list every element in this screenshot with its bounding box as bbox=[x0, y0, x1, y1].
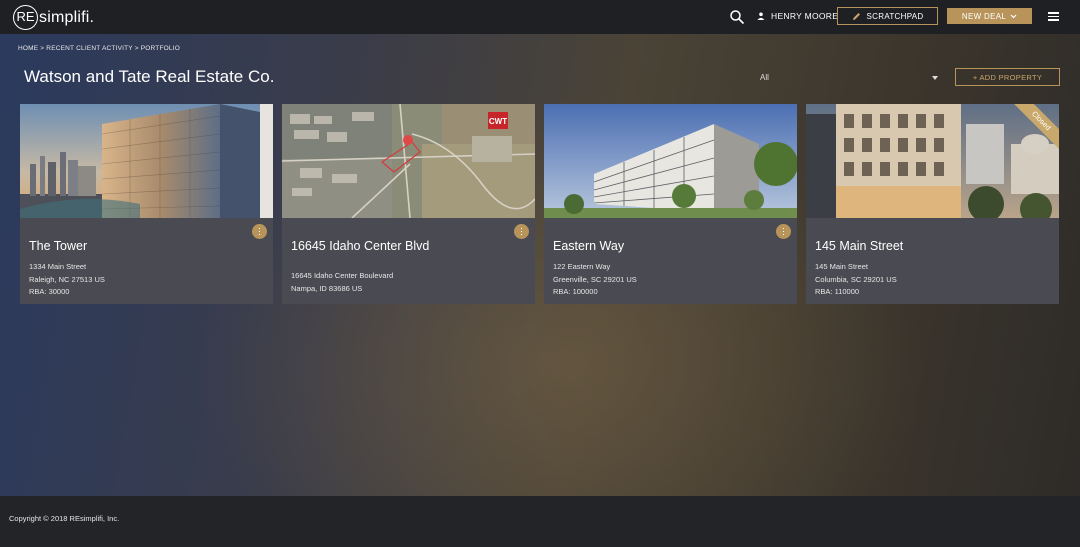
new-deal-button[interactable]: NEW DEAL bbox=[947, 8, 1032, 24]
property-name[interactable]: The Tower bbox=[29, 239, 87, 253]
pencil-icon bbox=[852, 12, 860, 20]
add-property-button[interactable]: + ADD PROPERTY bbox=[955, 68, 1060, 86]
property-image bbox=[544, 104, 797, 218]
cwt-badge: CWT bbox=[489, 117, 507, 126]
property-card[interactable]: The Tower 1334 Main Street Raleigh, NC 2… bbox=[20, 104, 273, 304]
user-name: HENRY MOORE bbox=[771, 11, 839, 21]
card-options-button[interactable] bbox=[514, 224, 529, 239]
more-vertical-icon bbox=[258, 227, 261, 236]
logo-mark: RE bbox=[13, 5, 38, 30]
address-line-1: 122 Eastern Way bbox=[553, 262, 611, 271]
caret-down-icon bbox=[932, 76, 938, 80]
logo-wordmark: simplifi. bbox=[39, 8, 95, 26]
user-icon bbox=[757, 12, 765, 20]
scratchpad-button[interactable]: SCRATCHPAD bbox=[837, 7, 938, 25]
property-card[interactable]: CWT 16645 Idaho Center Blvd 16645 Idaho … bbox=[282, 104, 535, 304]
property-image bbox=[20, 104, 273, 218]
address-line-2: Nampa, ID 83686 US bbox=[291, 283, 363, 293]
hamburger-menu-icon[interactable] bbox=[1048, 12, 1059, 21]
rba-value: RBA: 110000 bbox=[815, 287, 860, 296]
address-line-2: Raleigh, NC 27513 US bbox=[29, 274, 105, 284]
rba-value: RBA: 30000 bbox=[29, 287, 70, 296]
rba-value: RBA: 100000 bbox=[553, 287, 598, 296]
property-card[interactable]: Eastern Way 122 Eastern Way Greenville, … bbox=[544, 104, 797, 304]
search-icon[interactable] bbox=[729, 9, 745, 25]
address-line-2: Columbia, SC 29201 US bbox=[815, 274, 897, 284]
address-line-2: Greenville, SC 29201 US bbox=[553, 274, 637, 284]
filter-select[interactable]: All bbox=[760, 73, 940, 87]
property-address: 122 Eastern Way Greenville, SC 29201 US … bbox=[553, 261, 637, 299]
more-vertical-icon bbox=[520, 227, 523, 236]
property-address: 16645 Idaho Center Boulevard Nampa, ID 8… bbox=[291, 270, 393, 295]
top-navigation-bar: RE simplifi. HENRY MOORE SCRATCHPAD NEW … bbox=[0, 0, 1080, 34]
property-image: CWT bbox=[282, 104, 535, 218]
scratchpad-label: SCRATCHPAD bbox=[866, 11, 924, 21]
page-title: Watson and Tate Real Estate Co. bbox=[24, 67, 275, 86]
card-options-button[interactable] bbox=[252, 224, 267, 239]
card-options-button[interactable] bbox=[776, 224, 791, 239]
footer: Copyright © 2018 REsimplifi, Inc. bbox=[0, 496, 1080, 547]
chevron-down-icon bbox=[1010, 14, 1017, 18]
address-line-1: 1334 Main Street bbox=[29, 262, 87, 271]
user-menu[interactable]: HENRY MOORE bbox=[757, 11, 838, 21]
property-name[interactable]: 16645 Idaho Center Blvd bbox=[291, 239, 429, 253]
property-name[interactable]: 145 Main Street bbox=[815, 239, 903, 253]
property-address: 1334 Main Street Raleigh, NC 27513 US RB… bbox=[29, 261, 105, 299]
more-vertical-icon bbox=[782, 227, 785, 236]
property-name[interactable]: Eastern Way bbox=[553, 239, 624, 253]
filter-value: All bbox=[760, 73, 769, 82]
address-line-1: 145 Main Street bbox=[815, 262, 868, 271]
breadcrumb[interactable]: HOME > RECENT CLIENT ACTIVITY > PORTFOLI… bbox=[18, 45, 180, 52]
property-card[interactable]: Closed 145 Main Street 145 Main Street C… bbox=[806, 104, 1059, 304]
copyright-text: Copyright © 2018 REsimplifi, Inc. bbox=[9, 514, 120, 523]
new-deal-label: NEW DEAL bbox=[961, 11, 1007, 21]
property-image bbox=[806, 104, 1059, 218]
address-line-1: 16645 Idaho Center Boulevard bbox=[291, 271, 394, 280]
app-logo[interactable]: RE simplifi. bbox=[13, 5, 94, 30]
property-address: 145 Main Street Columbia, SC 29201 US RB… bbox=[815, 261, 897, 299]
